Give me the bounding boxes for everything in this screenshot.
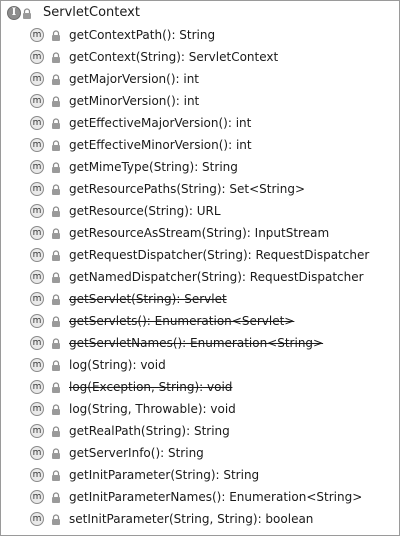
lock-icon: [52, 426, 60, 437]
method-icon: m: [30, 116, 44, 130]
method-icon: m: [30, 204, 44, 218]
lock-icon: [52, 382, 60, 393]
member-row-15[interactable]: m log(String): void: [1, 355, 399, 377]
member-signature: getServlets(): Enumeration<Servlet>: [69, 314, 295, 328]
lock-icon: [52, 74, 60, 85]
lock-icon: [52, 52, 60, 63]
member-row-5[interactable]: m getEffectiveMinorVersion(): int: [1, 135, 399, 157]
member-row-7[interactable]: m getResourcePaths(String): Set<String>: [1, 179, 399, 201]
member-row-22[interactable]: m setInitParameter(String, String): bool…: [1, 509, 399, 531]
type-name: ServletContext: [43, 5, 140, 20]
member-signature: getMimeType(String): String: [69, 160, 238, 174]
lock-icon: [52, 140, 60, 151]
method-icon: m: [30, 424, 44, 438]
member-signature: getEffectiveMinorVersion(): int: [69, 138, 252, 152]
member-signature: getRequestDispatcher(String): RequestDis…: [69, 248, 370, 262]
method-icon: m: [30, 512, 44, 526]
member-signature: getResource(String): URL: [69, 204, 221, 218]
lock-icon: [52, 30, 60, 41]
member-signature: getInitParameterNames(): Enumeration<Str…: [69, 490, 363, 504]
type-header-row[interactable]: I ServletContext: [1, 1, 399, 25]
method-icon: m: [30, 50, 44, 64]
member-row-0[interactable]: m getContextPath(): String: [1, 25, 399, 47]
member-row-18[interactable]: m getRealPath(String): String: [1, 421, 399, 443]
member-row-16[interactable]: m log(Exception, String): void: [1, 377, 399, 399]
member-row-20[interactable]: m getInitParameter(String): String: [1, 465, 399, 487]
method-icon: m: [30, 446, 44, 460]
member-row-10[interactable]: m getRequestDispatcher(String): RequestD…: [1, 245, 399, 267]
method-icon: m: [30, 28, 44, 42]
member-signature: getServerInfo(): String: [69, 446, 204, 460]
lock-icon: [52, 404, 60, 415]
lock-icon: [52, 338, 60, 349]
method-icon: m: [30, 160, 44, 174]
member-row-21[interactable]: m getInitParameterNames(): Enumeration<S…: [1, 487, 399, 509]
lock-icon: [52, 206, 60, 217]
member-signature: log(String): void: [69, 358, 166, 372]
member-row-4[interactable]: m getEffectiveMajorVersion(): int: [1, 113, 399, 135]
member-list: m getContextPath(): String m getContext(…: [1, 25, 399, 531]
lock-icon: [52, 184, 60, 195]
member-row-11[interactable]: m getNamedDispatcher(String): RequestDis…: [1, 267, 399, 289]
lock-icon: [23, 8, 31, 19]
member-row-3[interactable]: m getMinorVersion(): int: [1, 91, 399, 113]
method-icon: m: [30, 226, 44, 240]
member-row-14[interactable]: m getServletNames(): Enumeration<String>: [1, 333, 399, 355]
member-signature: getMinorVersion(): int: [69, 94, 200, 108]
method-icon: m: [30, 490, 44, 504]
lock-icon: [52, 316, 60, 327]
member-signature: getMajorVersion(): int: [69, 72, 200, 86]
lock-icon: [52, 294, 60, 305]
member-signature: getServletNames(): Enumeration<String>: [69, 336, 324, 350]
method-icon: m: [30, 314, 44, 328]
lock-icon: [52, 272, 60, 283]
lock-icon: [52, 96, 60, 107]
member-signature: setInitParameter(String, String): boolea…: [69, 512, 314, 526]
member-signature: getInitParameter(String): String: [69, 468, 260, 482]
structure-panel: I ServletContext m getContextPath(): Str…: [0, 0, 400, 536]
lock-icon: [52, 514, 60, 525]
lock-icon: [52, 162, 60, 173]
member-signature: getRealPath(String): String: [69, 424, 230, 438]
member-signature: getContext(String): ServletContext: [69, 50, 279, 64]
lock-icon: [52, 470, 60, 481]
member-signature: log(String, Throwable): void: [69, 402, 236, 416]
lock-icon: [52, 492, 60, 503]
member-row-6[interactable]: m getMimeType(String): String: [1, 157, 399, 179]
member-signature: log(Exception, String): void: [69, 380, 233, 394]
method-icon: m: [30, 248, 44, 262]
lock-icon: [52, 118, 60, 129]
lock-icon: [52, 360, 60, 371]
method-icon: m: [30, 402, 44, 416]
member-row-9[interactable]: m getResourceAsStream(String): InputStre…: [1, 223, 399, 245]
member-signature: getServlet(String): Servlet: [69, 292, 227, 306]
member-signature: getNamedDispatcher(String): RequestDispa…: [69, 270, 364, 284]
method-icon: m: [30, 182, 44, 196]
method-icon: m: [30, 336, 44, 350]
method-icon: m: [30, 358, 44, 372]
member-row-1[interactable]: m getContext(String): ServletContext: [1, 47, 399, 69]
lock-icon: [52, 228, 60, 239]
member-row-8[interactable]: m getResource(String): URL: [1, 201, 399, 223]
interface-icon: I: [7, 6, 21, 20]
lock-icon: [52, 448, 60, 459]
member-signature: getResourcePaths(String): Set<String>: [69, 182, 306, 196]
method-icon: m: [30, 292, 44, 306]
method-icon: m: [30, 72, 44, 86]
method-icon: m: [30, 380, 44, 394]
member-row-13[interactable]: m getServlets(): Enumeration<Servlet>: [1, 311, 399, 333]
method-icon: m: [30, 94, 44, 108]
member-signature: getContextPath(): String: [69, 28, 216, 42]
member-row-2[interactable]: m getMajorVersion(): int: [1, 69, 399, 91]
lock-icon: [52, 250, 60, 261]
method-icon: m: [30, 138, 44, 152]
member-signature: getEffectiveMajorVersion(): int: [69, 116, 252, 130]
member-row-19[interactable]: m getServerInfo(): String: [1, 443, 399, 465]
member-row-17[interactable]: m log(String, Throwable): void: [1, 399, 399, 421]
member-row-12[interactable]: m getServlet(String): Servlet: [1, 289, 399, 311]
method-icon: m: [30, 270, 44, 284]
member-signature: getResourceAsStream(String): InputStream: [69, 226, 330, 240]
method-icon: m: [30, 468, 44, 482]
